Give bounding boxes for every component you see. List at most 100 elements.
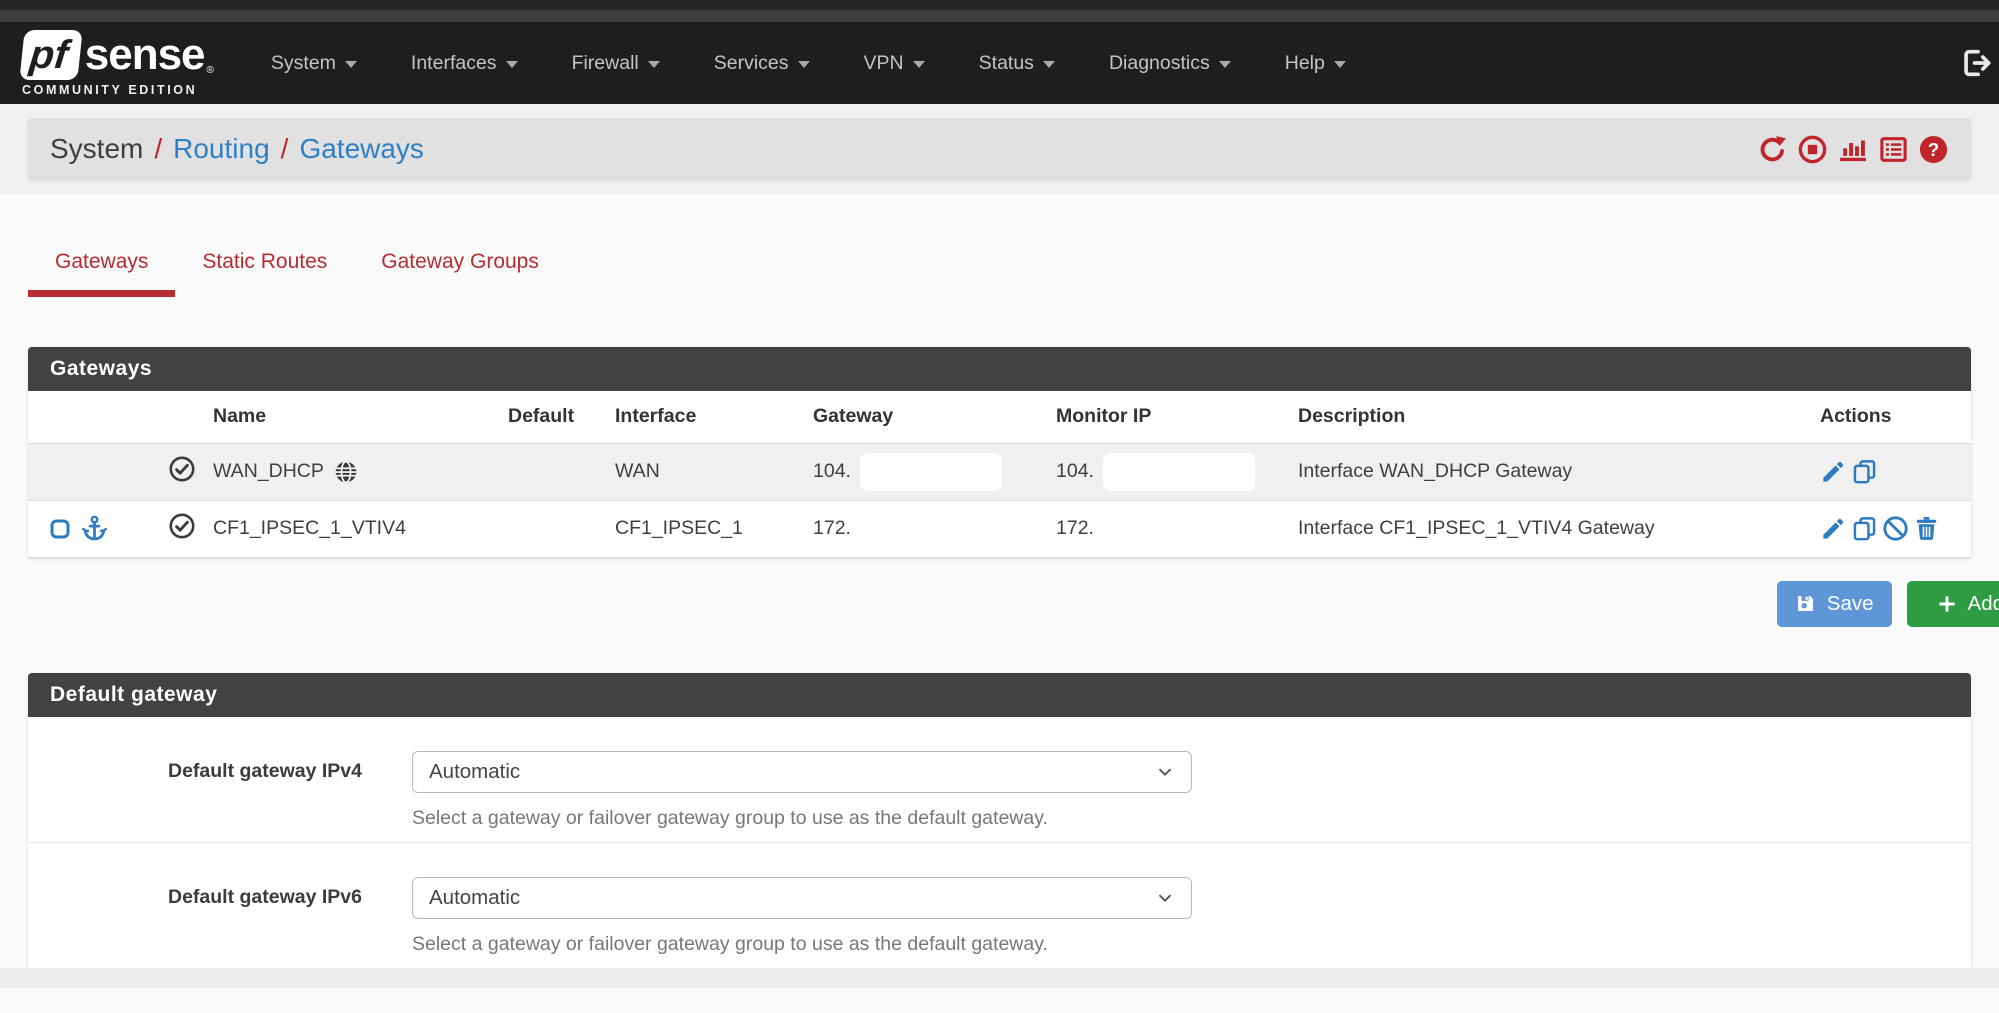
redaction-box [860, 453, 1002, 491]
plus-icon [1937, 594, 1957, 614]
nav-item-vpn[interactable]: VPN [837, 22, 952, 104]
default-gateway-panel: Default gateway Default gateway IPv4 Aut… [28, 673, 1971, 968]
anchor-icon [80, 514, 109, 543]
nav-item-help[interactable]: Help [1258, 22, 1373, 104]
nav-item-label: VPN [864, 52, 904, 75]
nav-item-label: Interfaces [411, 52, 497, 75]
sign-out-icon[interactable] [1959, 46, 1993, 80]
copy-icon[interactable] [1851, 458, 1878, 485]
default-gateway-ipv4-select[interactable]: Automatic [412, 751, 1192, 793]
panel-title: Default gateway [50, 683, 217, 707]
list-icon[interactable] [1878, 134, 1909, 165]
nav-item-label: Diagnostics [1109, 52, 1210, 75]
breadcrumb-link-routing[interactable]: Routing [173, 133, 270, 165]
tab-static-routes[interactable]: Static Routes [175, 242, 354, 297]
nav-item-label: System [271, 52, 336, 75]
square-icon [48, 517, 72, 541]
gateway-name: CF1_IPSEC_1_VTIV4 [213, 517, 406, 539]
page-action-icons: ? [1757, 134, 1949, 165]
save-button[interactable]: Save [1777, 581, 1892, 627]
form-row-ipv6: Default gateway IPv6 Automatic Select a … [28, 843, 1971, 968]
col-header-interface: Interface [607, 391, 805, 443]
breadcrumb-separator: / [154, 133, 162, 165]
chevron-down-icon [648, 61, 660, 68]
gateways-table: Name Default Interface Gateway Monitor I… [28, 391, 1971, 558]
tab-label: Static Routes [202, 250, 327, 273]
gateway-name: WAN_DHCP [213, 460, 324, 483]
default-cell [500, 500, 607, 557]
col-header-default: Default [500, 391, 607, 443]
save-button-label: Save [1827, 592, 1874, 616]
default-cell [500, 443, 607, 500]
nav-item-label: Status [979, 52, 1034, 75]
registered-mark: ® [207, 65, 214, 76]
nav-item-label: Help [1285, 52, 1325, 75]
gateway-ip: 104. [813, 460, 851, 482]
gateways-panel-header: Gateways [28, 347, 1971, 391]
col-header-actions: Actions [1780, 391, 1971, 443]
add-button-label: Add [1968, 592, 1999, 616]
col-header-description: Description [1290, 391, 1780, 443]
monitor-ip: 104. [1056, 460, 1094, 482]
redaction-box [1103, 453, 1255, 491]
logo-pf-mark: pf [19, 30, 82, 80]
form-row-ipv4: Default gateway IPv4 Automatic Select a … [28, 717, 1971, 843]
nav-item-interfaces[interactable]: Interfaces [384, 22, 545, 104]
default-gateway-ipv6-select[interactable]: Automatic [412, 877, 1192, 919]
delete-icon[interactable] [1913, 515, 1940, 542]
ban-icon[interactable] [1882, 515, 1909, 542]
nav-item-status[interactable]: Status [952, 22, 1082, 104]
stop-circle-icon[interactable] [1797, 134, 1828, 165]
chevron-down-icon [798, 61, 810, 68]
breadcrumb-separator: / [281, 133, 289, 165]
copy-icon[interactable] [1851, 515, 1878, 542]
col-header-gateway: Gateway [805, 391, 1048, 443]
default-gateway-panel-header: Default gateway [28, 673, 1971, 717]
pfsense-logo[interactable]: pf sense ® COMMUNITY EDITION [22, 30, 214, 97]
chevron-down-icon [1155, 762, 1175, 782]
help-icon[interactable]: ? [1918, 134, 1949, 165]
tab-gateways[interactable]: Gateways [28, 242, 175, 297]
save-icon [1795, 593, 1816, 614]
chevron-down-icon [345, 61, 357, 68]
col-header-name: Name [205, 391, 500, 443]
window-chrome-strip [0, 0, 1999, 10]
field-help-text: Select a gateway or failover gateway gro… [412, 807, 1192, 830]
selected-value: Automatic [429, 886, 520, 910]
monitor-ip: 172. [1056, 517, 1094, 539]
table-header-row: Name Default Interface Gateway Monitor I… [28, 391, 1971, 443]
chevron-down-icon [1155, 888, 1175, 908]
logo-tagline: COMMUNITY EDITION [22, 83, 214, 97]
breadcrumb-link-gateways[interactable]: Gateways [299, 133, 424, 165]
top-navbar: pf sense ® COMMUNITY EDITION System Inte… [0, 22, 1999, 104]
chevron-down-icon [506, 61, 518, 68]
nav-item-services[interactable]: Services [687, 22, 837, 104]
col-header-monitor-ip: Monitor IP [1048, 391, 1290, 443]
interface-cell: CF1_IPSEC_1 [607, 500, 805, 557]
nav-item-diagnostics[interactable]: Diagnostics [1082, 22, 1258, 104]
edit-icon[interactable] [1820, 458, 1847, 485]
description-cell: Interface CF1_IPSEC_1_VTIV4 Gateway [1290, 500, 1780, 557]
add-button[interactable]: Add [1907, 581, 1999, 627]
table-row-wan-dhcp: WAN_DHCP WAN 104. [28, 443, 1971, 500]
bar-chart-icon[interactable] [1837, 134, 1869, 165]
breadcrumb-band: System / Routing / Gateways [0, 104, 1999, 194]
nav-item-label: Firewall [572, 52, 639, 75]
refresh-icon[interactable] [1757, 134, 1788, 165]
tab-gateway-groups[interactable]: Gateway Groups [354, 242, 566, 297]
nav-item-firewall[interactable]: Firewall [545, 22, 687, 104]
chevron-down-icon [1334, 61, 1346, 68]
breadcrumb-root: System [50, 133, 143, 165]
breadcrumb: System / Routing / Gateways [28, 118, 1971, 180]
edit-icon[interactable] [1820, 515, 1847, 542]
window-chrome-strip-2 [0, 10, 1999, 22]
field-label-ipv6: Default gateway IPv6 [28, 877, 380, 956]
chevron-down-icon [1219, 61, 1231, 68]
page-footer-area [0, 968, 1999, 988]
default-gateway-form: Default gateway IPv4 Automatic Select a … [28, 717, 1971, 968]
svg-text:?: ? [1928, 139, 1939, 160]
panel-title: Gateways [50, 357, 152, 381]
nav-item-label: Services [714, 52, 789, 75]
nav-item-system[interactable]: System [244, 22, 384, 104]
main-menu: System Interfaces Firewall Services VPN … [244, 22, 1373, 104]
